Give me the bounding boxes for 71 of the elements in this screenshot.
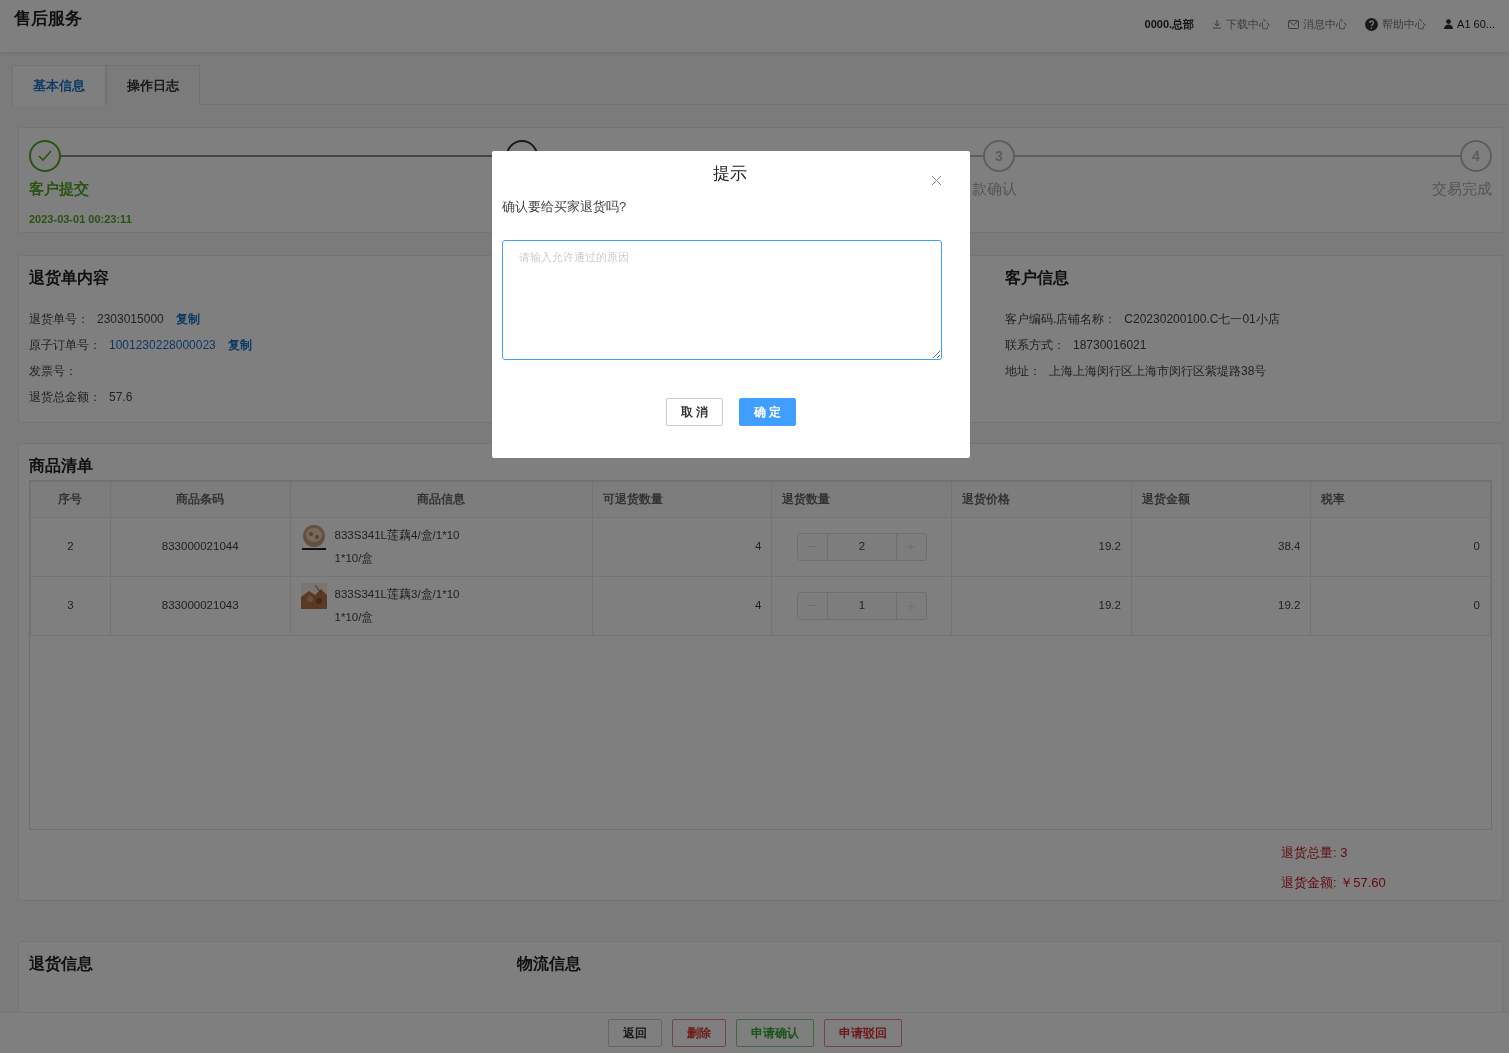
- section-title: 退货信息: [29, 954, 94, 975]
- action-button[interactable]: 删除: [671, 1019, 726, 1047]
- table-cell: 3: [30, 576, 111, 636]
- table-cell: 19.2: [951, 576, 1132, 636]
- order-link[interactable]: 1001230228000023: [109, 332, 216, 358]
- product-name: 833S341L莲藕4/盒/1*10: [334, 528, 460, 543]
- table-cell: 19.2: [1131, 576, 1311, 636]
- user-icon: [1444, 19, 1454, 30]
- column-header: 退货价格: [951, 481, 1132, 518]
- dialog-button[interactable]: 确 定: [739, 398, 797, 426]
- action-button[interactable]: 返回: [607, 1019, 662, 1047]
- table-cell: 0: [1310, 517, 1491, 577]
- column-header: 序号: [30, 481, 111, 518]
- copy-link[interactable]: 复制: [175, 306, 200, 332]
- column-header: 税率: [1310, 481, 1491, 518]
- dialog-message: 确认要给买家退货吗?: [502, 197, 628, 216]
- quantity-stepper[interactable]: 2: [796, 533, 927, 561]
- step-label: 客户提交: [29, 179, 89, 199]
- product-name: 833S341L莲藕3/盒/1*10: [334, 587, 460, 602]
- field-label: 地址：: [1005, 363, 1041, 380]
- header-link[interactable]: 下载中心: [1212, 16, 1271, 33]
- action-button[interactable]: 申请驳回: [823, 1019, 902, 1047]
- field-label: 原子订单号：: [29, 337, 101, 354]
- tab[interactable]: 基本信息: [12, 65, 106, 106]
- close-button[interactable]: [931, 175, 942, 186]
- table-cell: 833000021044: [110, 517, 291, 577]
- column-header: 商品信息: [290, 481, 593, 518]
- section-title: 客户信息: [1005, 268, 1070, 288]
- column-header: 退货金额: [1131, 481, 1311, 518]
- user-menu[interactable]: A1 60...: [1444, 16, 1495, 33]
- dialog-button[interactable]: 取 消: [665, 398, 723, 426]
- quantity-stepper[interactable]: 1: [796, 592, 927, 620]
- product-spec: 1*10/盒: [334, 610, 375, 625]
- total-summary: 退货金额: ￥57.60: [1281, 874, 1387, 892]
- table-cell: 2: [30, 517, 111, 577]
- step-time: 2023-03-01 00:23:11: [29, 211, 132, 227]
- field-label: 联系方式：: [1005, 337, 1065, 354]
- table-cell: 19.2: [951, 517, 1132, 577]
- field-value: 57.6: [109, 389, 133, 406]
- mail-icon: [1288, 19, 1300, 29]
- field-value: C20230200100.C七一01小店: [1124, 311, 1280, 328]
- section-title: 退货单内容: [29, 268, 110, 289]
- column-header: 退货数量: [771, 481, 952, 518]
- table-cell: 833000021043: [110, 576, 291, 636]
- total-summary: 退货总量: 3: [1281, 844, 1349, 862]
- column-header: 可退货数量: [592, 481, 772, 518]
- section-title: 商品清单: [29, 456, 94, 476]
- tab[interactable]: 操作日志: [106, 65, 200, 105]
- table-cell: 0: [1310, 576, 1491, 636]
- organization-name: 0000.总部: [1144, 17, 1195, 32]
- copy-link[interactable]: 复制: [227, 332, 252, 358]
- header-link[interactable]: 帮助中心: [1365, 16, 1427, 33]
- help-icon: [1365, 17, 1379, 31]
- field-label: 客户编码.店铺名称：: [1005, 311, 1117, 328]
- download-icon: [1212, 19, 1223, 30]
- table-cell: 4: [592, 517, 772, 577]
- table-cell: 4: [592, 576, 772, 636]
- field-label: 发票号：: [29, 363, 77, 380]
- field-value: 2303015000: [97, 311, 164, 328]
- field-value: 上海上海闵行区上海市闵行区紫堤路38号: [1049, 363, 1267, 380]
- column-header: 商品条码: [110, 481, 291, 518]
- table-cell: 38.4: [1131, 517, 1311, 577]
- action-button[interactable]: 申请确认: [735, 1019, 814, 1047]
- page-title: 售后服务: [14, 8, 82, 30]
- dialog-title: 提示: [713, 163, 747, 185]
- field-value: 18730016021: [1073, 337, 1147, 354]
- field-label: 退货总金额：: [29, 389, 101, 406]
- field-label: 退货单号：: [29, 311, 89, 328]
- section-title: 物流信息: [517, 954, 582, 974]
- header-link[interactable]: 消息中心: [1288, 16, 1348, 33]
- product-spec: 1*10/盒: [334, 551, 375, 566]
